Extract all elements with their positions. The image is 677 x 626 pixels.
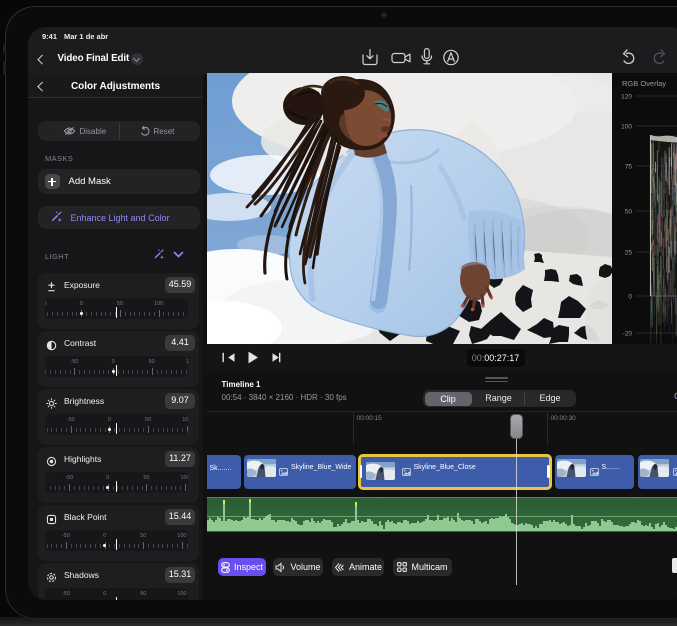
svg-text:100: 100 — [621, 124, 632, 131]
svg-text:25: 25 — [625, 250, 633, 257]
svg-text:RGB Overlay: RGB Overlay — [622, 79, 666, 88]
svg-text:120: 120 — [621, 94, 632, 101]
svg-text:75: 75 — [625, 164, 633, 171]
svg-text:50: 50 — [625, 209, 633, 216]
svg-text:0: 0 — [628, 294, 632, 301]
svg-text:-20: -20 — [623, 331, 633, 338]
